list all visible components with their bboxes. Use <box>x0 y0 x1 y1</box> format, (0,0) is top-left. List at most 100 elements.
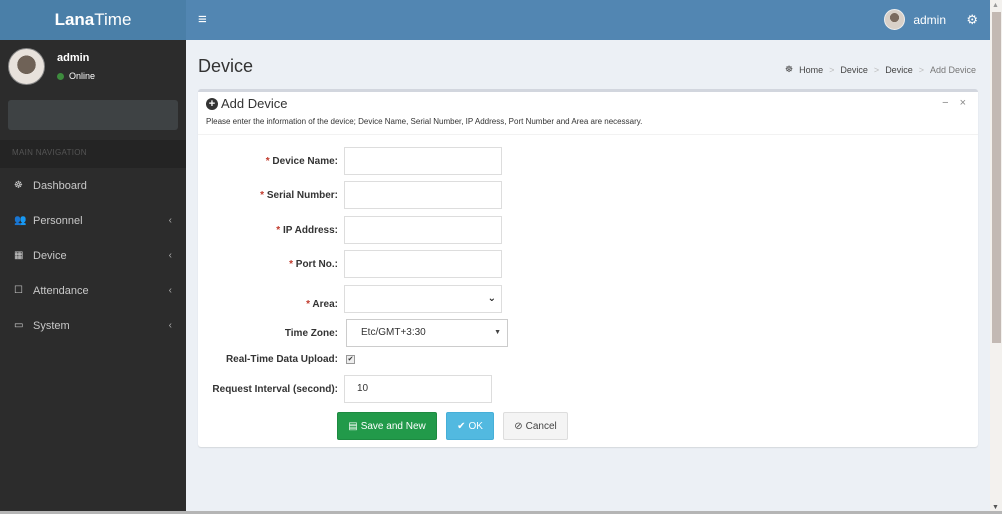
scroll-up-arrow-icon[interactable]: ▲ <box>992 2 999 9</box>
box-tools: − × <box>942 97 966 109</box>
chevron-left-icon: ‹ <box>168 320 172 331</box>
request-interval-input[interactable]: 10 <box>344 375 492 403</box>
ok-button[interactable]: ✔ OK <box>446 412 494 440</box>
logo-bold: Lana <box>54 10 95 29</box>
top-navbar: ≡ admin ⚙ <box>186 0 990 40</box>
chevron-left-icon: ‹ <box>168 215 172 226</box>
label-text: Device Name: <box>272 155 338 167</box>
sidebar-search-input[interactable] <box>8 100 178 130</box>
user-menu[interactable]: admin <box>884 9 946 30</box>
breadcrumb: ☸ Home > Device > Device > Add Device <box>785 64 976 75</box>
check-icon: ✔ <box>457 420 466 432</box>
user-panel: admin Online <box>0 40 186 98</box>
cancel-label: Cancel <box>525 420 557 432</box>
content-header: Device <box>198 56 253 77</box>
device-name-input[interactable] <box>344 147 502 175</box>
box-description: Please enter the information of the devi… <box>206 117 643 126</box>
online-dot-icon <box>57 72 64 80</box>
port-no-input[interactable] <box>344 250 502 278</box>
scroll-down-arrow-icon[interactable]: ▼ <box>992 504 999 511</box>
area-label: * Area: <box>198 289 344 310</box>
breadcrumb-device-sub[interactable]: Device <box>885 65 913 75</box>
breadcrumb-device[interactable]: Device <box>840 65 868 75</box>
sidebar-item-label: Dashboard <box>33 179 87 192</box>
save-icon: ▤ <box>348 420 358 432</box>
logo-rest: Time <box>94 10 132 29</box>
collapse-button[interactable]: − <box>942 97 948 109</box>
realtime-upload-row: Real-Time Data Upload: ✔ <box>198 354 355 365</box>
breadcrumb-separator: > <box>873 64 880 75</box>
box-title-text: Add Device <box>221 96 288 111</box>
ip-address-input[interactable] <box>344 216 502 244</box>
gears-icon[interactable]: ⚙ <box>966 12 978 28</box>
breadcrumb-separator: > <box>829 64 835 75</box>
nav-header: MAIN NAVIGATION <box>0 140 186 168</box>
label-text: Serial Number: <box>266 189 338 201</box>
dashboard-icon: ☸ <box>785 64 794 74</box>
time-zone-row: Time Zone: Etc/GMT+3:30 ▼ <box>198 319 508 347</box>
ip-address-label: * IP Address: <box>198 225 344 236</box>
port-no-label: * Port No.: <box>198 259 344 270</box>
chevron-left-icon: ‹ <box>168 250 172 261</box>
area-select[interactable]: ⌄ <box>344 285 502 313</box>
nav-list: ☸ Dashboard 👥 Personnel ‹ ▦ Device ‹ ☐ A… <box>0 168 186 343</box>
request-interval-row: Request Interval (second): 10 <box>198 375 492 403</box>
sidebar-item-dashboard[interactable]: ☸ Dashboard <box>0 168 186 203</box>
avatar <box>884 9 906 30</box>
sidebar-item-label: Personnel <box>33 214 83 227</box>
required-mark: * <box>265 155 270 167</box>
caret-down-icon: ▼ <box>494 329 501 336</box>
plus-circle-icon: + <box>206 97 218 110</box>
status-text: Online <box>69 71 96 81</box>
realtime-upload-label: Real-Time Data Upload: <box>225 354 338 365</box>
hamburger-icon[interactable]: ≡ <box>198 11 207 28</box>
ip-address-row: * IP Address: <box>198 216 502 244</box>
label-text: Area: <box>312 298 338 310</box>
ok-label: OK <box>468 420 483 432</box>
time-zone-select[interactable]: Etc/GMT+3:30 ▼ <box>346 319 508 347</box>
save-and-new-button[interactable]: ▤ Save and New <box>337 412 437 440</box>
building-icon: ▦ <box>14 250 24 261</box>
required-mark: * <box>289 258 293 270</box>
sidebar-user-name: admin <box>57 52 90 64</box>
sidebar-item-label: Attendance <box>33 284 89 297</box>
dashboard-icon: ☸ <box>14 180 23 191</box>
sidebar-item-personnel[interactable]: 👥 Personnel ‹ <box>0 203 186 238</box>
chevron-down-icon: ⌄ <box>487 293 496 304</box>
device-name-row: * Device Name: <box>198 147 502 175</box>
serial-number-input[interactable] <box>344 181 502 209</box>
sidebar: admin Online MAIN NAVIGATION ☸ Dashboard… <box>0 40 186 514</box>
avatar <box>8 48 45 85</box>
label-text: Port No.: <box>295 258 338 270</box>
breadcrumb-separator: > <box>918 64 924 75</box>
box-header: + Add Device Please enter the informatio… <box>198 92 978 135</box>
sidebar-item-system[interactable]: ▭ System ‹ <box>0 308 186 343</box>
port-no-row: * Port No.: <box>198 250 502 278</box>
sticky-note-icon: ☐ <box>14 285 23 296</box>
page-title: Device <box>198 56 254 76</box>
add-device-box: + Add Device Please enter the informatio… <box>198 89 978 447</box>
breadcrumb-current: Add Device <box>929 64 976 75</box>
breadcrumb-home[interactable]: Home <box>799 65 823 75</box>
sidebar-item-attendance[interactable]: ☐ Attendance ‹ <box>0 273 186 308</box>
chevron-left-icon: ‹ <box>168 285 172 296</box>
user-name: admin <box>913 12 946 27</box>
sidebar-item-label: Device <box>33 249 67 262</box>
cancel-button[interactable]: ⊘ Cancel <box>503 412 568 440</box>
scrollbar-thumb[interactable] <box>992 12 1001 343</box>
save-and-new-label: Save and New <box>360 420 426 432</box>
app-logo[interactable]: LanaTime <box>0 0 186 40</box>
required-mark: * <box>306 298 310 310</box>
page-scrollbar[interactable]: ▲ ▼ <box>990 0 1002 514</box>
serial-number-label: * Serial Number: <box>198 190 344 201</box>
request-interval-label: Request Interval (second): <box>212 383 338 395</box>
laptop-icon: ▭ <box>14 320 24 331</box>
box-title: + Add Device <box>206 96 287 111</box>
realtime-upload-checkbox[interactable]: ✔ <box>346 355 355 364</box>
device-name-label: * Device Name: <box>198 156 344 167</box>
sidebar-item-label: System <box>33 319 70 332</box>
sidebar-item-device[interactable]: ▦ Device ‹ <box>0 238 186 273</box>
close-button[interactable]: × <box>960 97 966 109</box>
ban-icon: ⊘ <box>514 420 523 432</box>
time-zone-label: Time Zone: <box>284 327 338 339</box>
